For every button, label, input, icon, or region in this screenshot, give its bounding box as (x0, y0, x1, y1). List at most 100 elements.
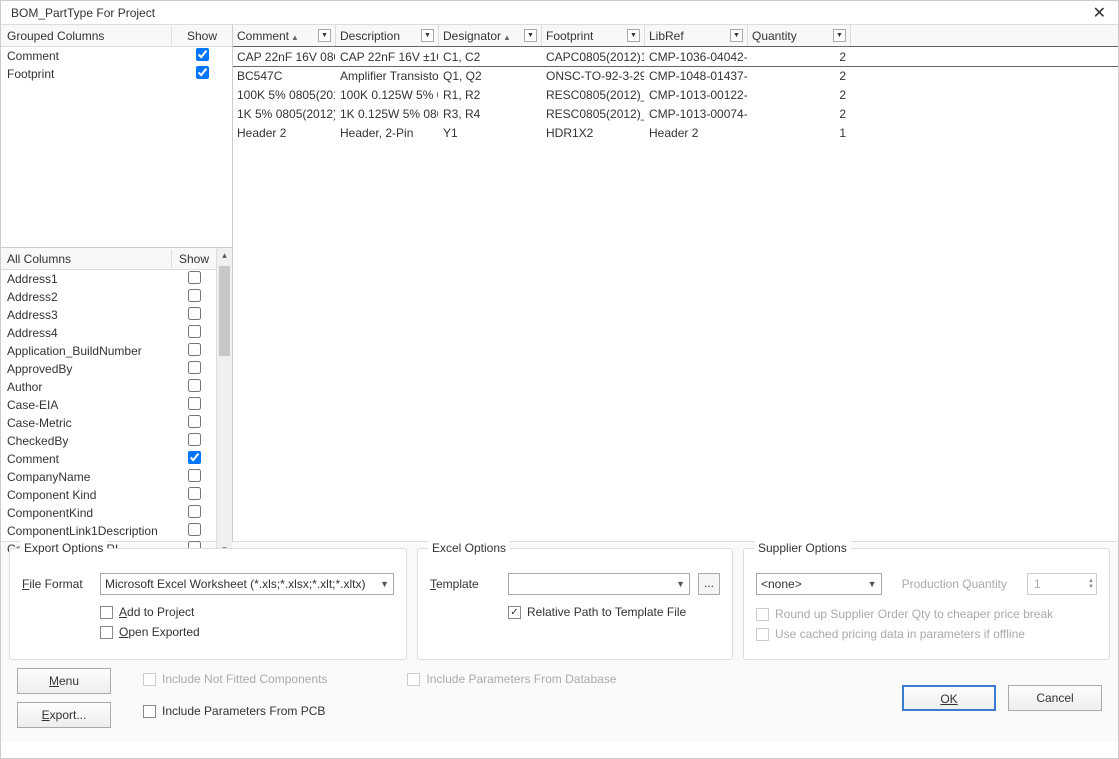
filter-dropdown-icon[interactable]: ▼ (318, 29, 331, 42)
all-columns-row[interactable]: Comment (1, 450, 216, 468)
cell-libref[interactable]: CMP-1048-01437- (645, 68, 748, 84)
checkbox-icon[interactable] (143, 705, 156, 718)
cell-footprint[interactable]: RESC0805(2012)_N (542, 87, 645, 103)
col-description[interactable]: Description ▼ (336, 25, 439, 46)
all-columns-row[interactable]: Application_BuildNumber (1, 342, 216, 360)
cell-description[interactable]: 100K 0.125W 5% 08 (336, 87, 439, 103)
all-columns-row[interactable]: Component Kind (1, 486, 216, 504)
grid-row[interactable]: 1K 5% 0805(2012) 1K 0.125W 5% 0805 R3, R… (233, 104, 1118, 123)
all-columns-row[interactable]: ComponentKind (1, 504, 216, 522)
all-row-checkbox[interactable] (188, 505, 201, 518)
filter-dropdown-icon[interactable]: ▼ (730, 29, 743, 42)
all-row-checkbox[interactable] (188, 415, 201, 428)
cell-quantity[interactable]: 2 (748, 49, 851, 65)
all-columns-row[interactable]: Case-Metric (1, 414, 216, 432)
checkbox-icon[interactable] (100, 606, 113, 619)
all-row-checkbox[interactable] (188, 325, 201, 338)
cell-designator[interactable]: R1, R2 (439, 87, 542, 103)
all-row-checkbox[interactable] (188, 397, 201, 410)
all-columns-row[interactable]: CheckedBy (1, 432, 216, 450)
checkbox-icon[interactable]: ✓ (508, 606, 521, 619)
close-icon[interactable]: ✕ (1087, 3, 1112, 23)
all-row-checkbox[interactable] (188, 307, 201, 320)
all-row-checkbox[interactable] (188, 289, 201, 302)
all-columns-row[interactable]: Case-EIA (1, 396, 216, 414)
cell-footprint[interactable]: HDR1X2 (542, 125, 645, 141)
all-columns-row[interactable]: Address1 (1, 270, 216, 288)
include-params-pcb-check[interactable]: Include Parameters From PCB (143, 704, 325, 718)
filter-dropdown-icon[interactable]: ▼ (627, 29, 640, 42)
grid-row[interactable]: BC547C Amplifier Transistor, Q1, Q2 ONSC… (233, 66, 1118, 85)
all-columns-row[interactable]: Address3 (1, 306, 216, 324)
cell-quantity[interactable]: 2 (748, 87, 851, 103)
all-row-checkbox[interactable] (188, 451, 201, 464)
file-format-combo[interactable]: Microsoft Excel Worksheet (*.xls;*.xlsx;… (100, 573, 394, 595)
cell-comment[interactable]: 100K 5% 0805(2012 (233, 87, 336, 103)
template-browse-button[interactable]: ... (698, 573, 720, 595)
cell-description[interactable]: CAP 22nF 16V ±10% (336, 49, 439, 65)
export-button[interactable]: Export... (17, 702, 111, 728)
grouped-row-checkbox[interactable] (196, 48, 209, 61)
filter-dropdown-icon[interactable]: ▼ (524, 29, 537, 42)
supplier-combo[interactable]: <none> ▼ (756, 573, 882, 595)
cell-comment[interactable]: CAP 22nF 16V 0805 (233, 49, 336, 65)
col-footprint[interactable]: Footprint ▼ (542, 25, 645, 46)
open-exported-check[interactable]: Open Exported (100, 625, 394, 639)
all-row-checkbox[interactable] (188, 379, 201, 392)
cell-description[interactable]: Amplifier Transistor, (336, 68, 439, 84)
all-columns-row[interactable]: Address2 (1, 288, 216, 306)
all-columns-row[interactable]: Address4 (1, 324, 216, 342)
all-row-checkbox[interactable] (188, 433, 201, 446)
menu-button[interactable]: Menu (17, 668, 111, 694)
grouped-show-label[interactable]: Show (172, 29, 232, 43)
ok-button[interactable]: OK (902, 685, 996, 711)
filter-dropdown-icon[interactable]: ▼ (833, 29, 846, 42)
col-quantity[interactable]: Quantity ▼ (748, 25, 851, 46)
cell-quantity[interactable]: 2 (748, 68, 851, 84)
all-row-checkbox[interactable] (188, 523, 201, 536)
all-columns-row[interactable]: ComponentLink1Description (1, 522, 216, 540)
all-row-checkbox[interactable] (188, 487, 201, 500)
col-libref[interactable]: LibRef ▼ (645, 25, 748, 46)
checkbox-icon[interactable] (100, 626, 113, 639)
cell-footprint[interactable]: CAPC0805(2012)140 (542, 49, 645, 65)
all-row-checkbox[interactable] (188, 343, 201, 356)
add-to-project-check[interactable]: Add to Project (100, 605, 394, 619)
cell-comment[interactable]: BC547C (233, 68, 336, 84)
template-combo[interactable]: ▼ (508, 573, 690, 595)
cell-comment[interactable]: Header 2 (233, 125, 336, 141)
cell-libref[interactable]: CMP-1013-00122- (645, 87, 748, 103)
cell-libref[interactable]: CMP-1013-00074- (645, 106, 748, 122)
all-columns-scrollbar[interactable]: ▴ ▾ (216, 248, 232, 558)
cell-libref[interactable]: Header 2 (645, 125, 748, 141)
all-header-label[interactable]: All Columns (1, 250, 172, 268)
grid-row[interactable]: 100K 5% 0805(2012 100K 0.125W 5% 08 R1, … (233, 85, 1118, 104)
cell-footprint[interactable]: ONSC-TO-92-3-29 (542, 68, 645, 84)
filter-dropdown-icon[interactable]: ▼ (421, 29, 434, 42)
scroll-up-icon[interactable]: ▴ (217, 248, 232, 264)
cell-comment[interactable]: 1K 5% 0805(2012) (233, 106, 336, 122)
cell-description[interactable]: Header, 2-Pin (336, 125, 439, 141)
cell-description[interactable]: 1K 0.125W 5% 0805 (336, 106, 439, 122)
grouped-row[interactable]: Footprint (1, 65, 232, 83)
all-row-checkbox[interactable] (188, 271, 201, 284)
cell-designator[interactable]: R3, R4 (439, 106, 542, 122)
relative-path-check[interactable]: ✓ Relative Path to Template File (508, 605, 720, 619)
grouped-header-label[interactable]: Grouped Columns (1, 27, 172, 45)
grouped-row-checkbox[interactable] (196, 66, 209, 79)
col-designator[interactable]: Designator▲ ▼ (439, 25, 542, 46)
grid-row[interactable]: Header 2 Header, 2-Pin Y1 HDR1X2 Header … (233, 123, 1118, 142)
all-columns-row[interactable]: CompanyName (1, 468, 216, 486)
cell-libref[interactable]: CMP-1036-04042- (645, 49, 748, 65)
cell-quantity[interactable]: 2 (748, 106, 851, 122)
cell-designator[interactable]: Y1 (439, 125, 542, 141)
grid-row[interactable]: CAP 22nF 16V 0805 CAP 22nF 16V ±10% C1, … (233, 47, 1118, 66)
all-row-checkbox[interactable] (188, 361, 201, 374)
cell-footprint[interactable]: RESC0805(2012)_N (542, 106, 645, 122)
cell-designator[interactable]: Q1, Q2 (439, 68, 542, 84)
cell-quantity[interactable]: 1 (748, 125, 851, 141)
cancel-button[interactable]: Cancel (1008, 685, 1102, 711)
scroll-thumb[interactable] (219, 266, 230, 356)
col-comment[interactable]: Comment▲ ▼ (233, 25, 336, 46)
all-columns-row[interactable]: ApprovedBy (1, 360, 216, 378)
